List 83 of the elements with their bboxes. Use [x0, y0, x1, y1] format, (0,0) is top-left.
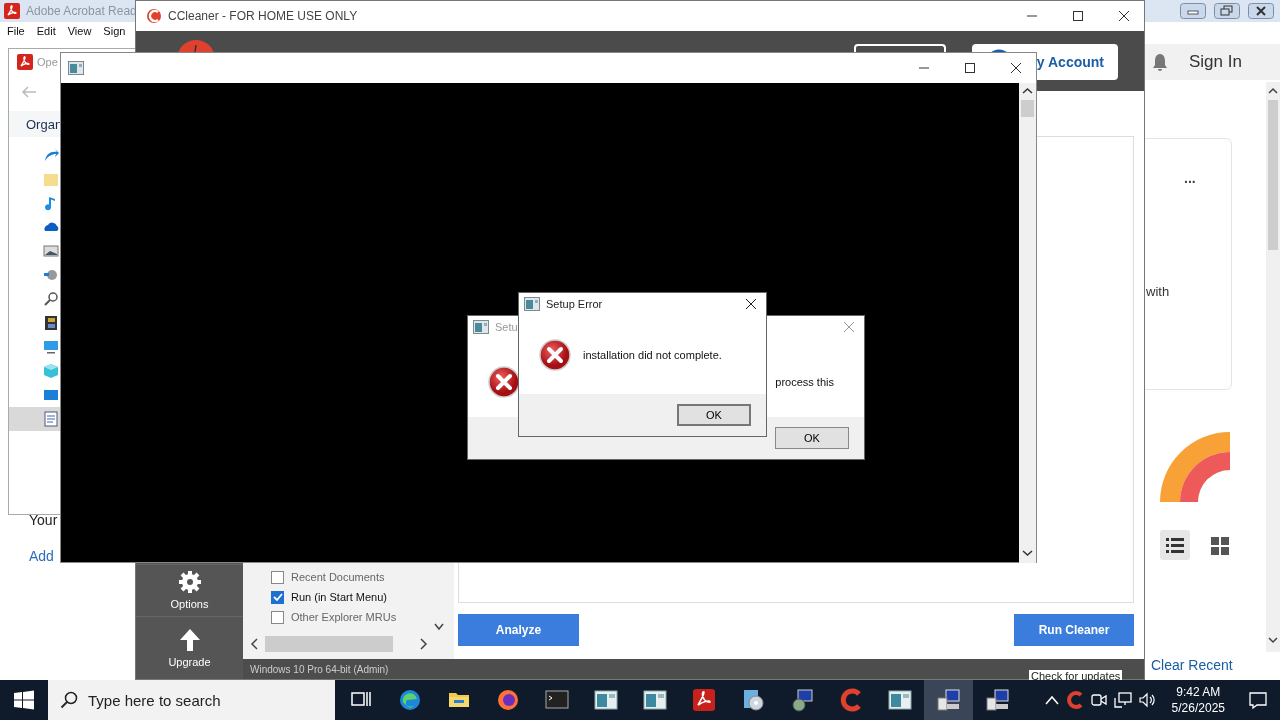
window-title: Ope — [37, 56, 58, 68]
restore-icon[interactable] — [1214, 3, 1240, 19]
maximize-icon[interactable] — [1072, 10, 1084, 22]
terminal-icon — [544, 688, 569, 712]
add-link[interactable]: Add — [29, 548, 54, 564]
volume-icon[interactable] — [1138, 692, 1157, 708]
dialog-title: Setu — [495, 321, 518, 333]
dialog-title: Setup Error — [546, 298, 603, 310]
minimize-icon[interactable] — [1180, 3, 1206, 19]
donut-drawing — [1158, 430, 1230, 502]
gear-icon — [177, 570, 202, 594]
close-icon[interactable] — [745, 298, 757, 310]
app-icon — [838, 688, 863, 712]
tray-app-icon[interactable] — [1065, 691, 1084, 709]
camera-icon[interactable] — [1090, 692, 1107, 708]
tools-icon — [43, 267, 59, 283]
checkbox[interactable] — [271, 570, 284, 584]
menu-item[interactable]: Sign — [103, 25, 126, 41]
more-options-button[interactable]: ... — [1184, 170, 1196, 186]
search-icon — [43, 291, 59, 307]
app-icon — [4, 3, 20, 19]
dialog-message: installation did not complete. — [583, 348, 722, 361]
window-icon — [473, 320, 489, 334]
folder-icon — [43, 171, 59, 187]
back-icon — [21, 85, 37, 99]
taskbar-app[interactable] — [924, 680, 973, 720]
option-label: Recent Documents — [291, 571, 385, 583]
window-icon — [642, 688, 667, 712]
body-text: Your — [29, 512, 58, 528]
window-icon — [887, 688, 912, 712]
desktop-icon — [43, 387, 59, 403]
sign-in-button[interactable]: Sign In — [1189, 52, 1242, 72]
computer-icon — [936, 688, 961, 712]
check-icon — [272, 592, 283, 602]
window-title: CCleaner - FOR HOME USE ONLY — [168, 9, 358, 23]
app-icon — [17, 54, 33, 70]
dialog-message: process this — [775, 375, 834, 388]
monitor-icon — [43, 339, 59, 355]
window-icon — [593, 688, 618, 712]
chevron-up-icon[interactable] — [1044, 695, 1059, 705]
option-label: Other Explorer MRUs — [291, 611, 397, 623]
clear-recent-link[interactable]: Clear Recent — [1151, 657, 1233, 673]
list-view-button[interactable] — [1160, 530, 1190, 560]
maximize-icon[interactable] — [964, 62, 976, 74]
close-icon[interactable] — [1248, 3, 1274, 19]
bell-icon — [1151, 52, 1169, 72]
search-icon — [60, 691, 78, 709]
menu-item[interactable]: View — [67, 25, 92, 41]
notification-icon[interactable] — [1248, 690, 1268, 710]
menu-item[interactable]: Edit — [36, 25, 56, 41]
film-icon — [43, 315, 59, 331]
menu-item[interactable]: File — [7, 25, 25, 41]
document-icon — [43, 411, 59, 427]
window-icon — [524, 297, 540, 311]
computer-icon — [985, 688, 1010, 712]
window-icon — [68, 61, 84, 75]
app-icon — [691, 688, 716, 712]
image-icon — [43, 243, 59, 259]
up-arrow-icon — [178, 628, 201, 652]
close-icon[interactable] — [1010, 62, 1022, 74]
analyze-button[interactable]: Analyze — [458, 614, 579, 646]
status-text: Windows 10 Pro 64-bit (Admin) — [250, 663, 389, 675]
run-cleaner-button[interactable]: Run Cleaner — [1014, 614, 1134, 646]
ok-button[interactable]: OK — [775, 427, 849, 449]
close-icon[interactable] — [1118, 10, 1130, 22]
network-icon[interactable] — [1113, 692, 1132, 708]
app-icon — [789, 688, 814, 712]
start-icon[interactable] — [14, 690, 34, 710]
checkbox[interactable] — [271, 590, 284, 604]
app-icon — [146, 8, 162, 24]
search-field[interactable]: Type here to search — [48, 680, 335, 720]
error-icon — [539, 338, 571, 371]
body-text: with — [1146, 284, 1170, 299]
option-label: Run (in Start Menu) — [291, 591, 387, 603]
arrow-icon — [43, 147, 59, 163]
checkbox[interactable] — [271, 610, 284, 624]
app-icon — [397, 688, 422, 712]
cube-icon — [43, 363, 59, 379]
grid-icon — [1209, 534, 1231, 556]
app-icon — [495, 688, 520, 712]
ok-button[interactable]: OK — [677, 404, 751, 426]
clock[interactable]: 9:42 AM 5/26/2025 — [1163, 684, 1233, 716]
scroll-down-icon — [434, 623, 444, 631]
